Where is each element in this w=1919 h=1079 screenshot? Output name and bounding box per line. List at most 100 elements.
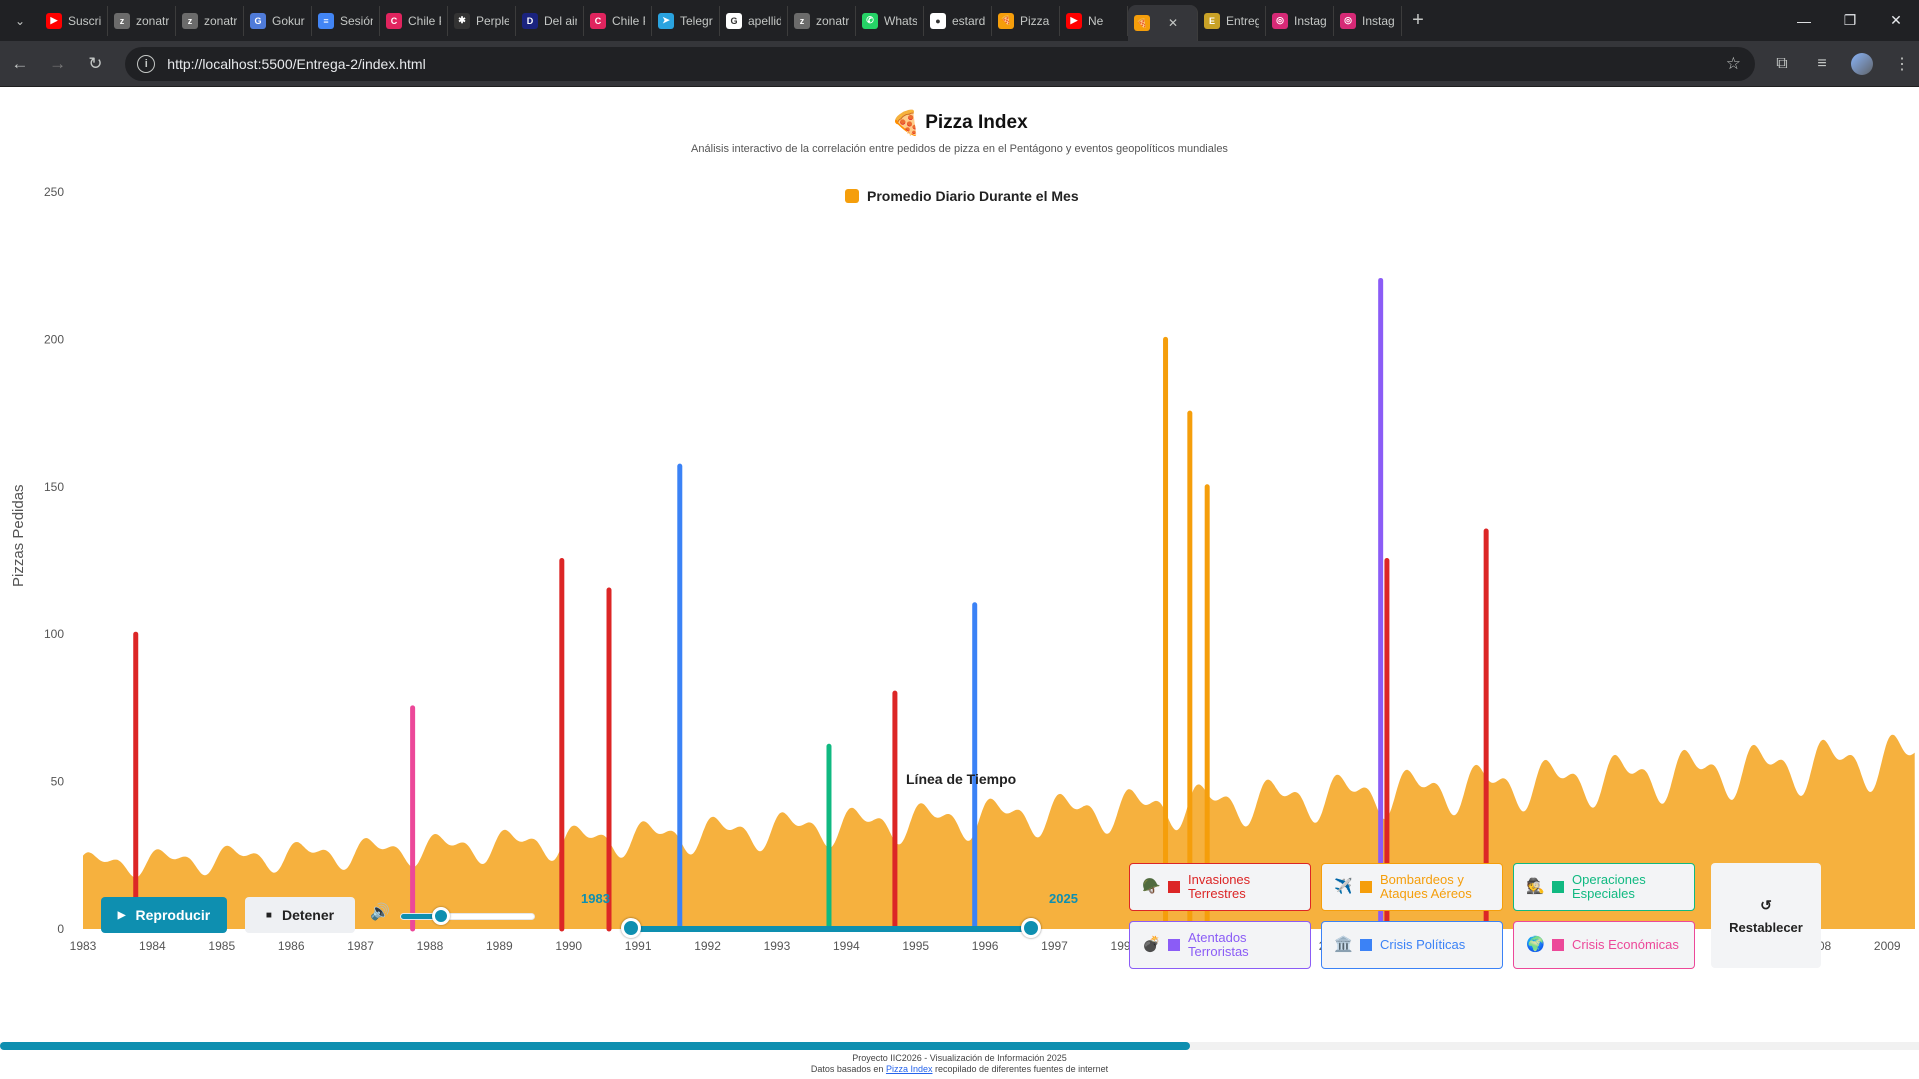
- tab-title: Telegr: [680, 13, 713, 28]
- filter-button[interactable]: 💣 Atentados Terroristas: [1129, 921, 1311, 969]
- volume-slider[interactable]: [401, 914, 534, 919]
- browser-tab[interactable]: D Del air: [516, 5, 584, 36]
- range-start-handle[interactable]: [621, 918, 641, 938]
- x-tick-label: 1995: [902, 939, 929, 953]
- timeline-range-track[interactable]: [631, 926, 1032, 932]
- site-info-icon[interactable]: i: [137, 54, 156, 73]
- browser-tab[interactable]: G Gokur: [244, 5, 312, 36]
- stop-button[interactable]: ■ Detener: [245, 897, 355, 933]
- filter-button[interactable]: ✈️ Bombardeos y Ataques Aéreos: [1321, 863, 1503, 911]
- filter-color-swatch: [1552, 881, 1564, 893]
- back-icon[interactable]: ←: [2, 46, 38, 82]
- x-tick-label: 1984: [139, 939, 166, 953]
- range-start-label: 1983: [581, 891, 610, 906]
- browser-tab[interactable]: C Chile P: [380, 5, 448, 36]
- range-end-label: 2025: [1049, 891, 1078, 906]
- tab-favicon-icon: z: [114, 12, 130, 29]
- filter-button[interactable]: 🕵️ Operaciones Especiales: [1513, 863, 1695, 911]
- filter-label: Operaciones Especiales: [1572, 872, 1646, 901]
- minimize-icon[interactable]: —: [1781, 0, 1827, 41]
- footer-link[interactable]: Pizza Index: [886, 1064, 933, 1074]
- tab-title: Ne: [1088, 13, 1104, 28]
- tab-favicon-icon: ▶: [1066, 12, 1082, 29]
- tab-strip: ▶SuscripzzonatrzzonatrGGokur≡SesiónCChil…: [40, 0, 1402, 41]
- filter-color-swatch: [1168, 881, 1180, 893]
- tab-title: Chile P: [408, 13, 441, 28]
- tab-title: Entreg: [1226, 13, 1259, 28]
- filter-category-icon: 🕵️: [1526, 878, 1545, 895]
- browser-tab[interactable]: 🍕 Pizza Ir: [992, 5, 1060, 36]
- filter-label: Atentados Terroristas: [1188, 930, 1249, 959]
- browser-tab[interactable]: ≡ Sesión: [312, 5, 380, 36]
- bookmark-star-icon[interactable]: ☆: [1726, 54, 1741, 74]
- tab-title: Chile P: [612, 13, 645, 28]
- tab-favicon-icon: C: [386, 12, 402, 29]
- x-tick-label: 1991: [625, 939, 652, 953]
- tab-favicon-icon: G: [726, 12, 742, 29]
- tab-search-icon[interactable]: ⌄: [0, 0, 40, 41]
- profile-avatar[interactable]: [1850, 52, 1873, 75]
- browser-tab[interactable]: ✆ Whats: [856, 5, 924, 36]
- tab-title: Gokur: [272, 13, 305, 28]
- x-tick-label: 1992: [694, 939, 721, 953]
- browser-tab[interactable]: ▶ Suscrip: [40, 5, 108, 36]
- browser-tab[interactable]: z zonatr: [788, 5, 856, 36]
- browser-tab[interactable]: ▶ Ne: [1060, 5, 1128, 36]
- browser-tab[interactable]: ◎ Instag: [1334, 5, 1402, 36]
- url-input[interactable]: i http://localhost:5500/Entrega-2/index.…: [125, 46, 1755, 81]
- tab-title: Instag: [1294, 13, 1327, 28]
- browser-tab[interactable]: C Chile P: [584, 5, 652, 36]
- page-content: 🍕 Pizza Index Análisis interactivo de la …: [0, 87, 1919, 1079]
- filter-category-icon: 🌍: [1526, 936, 1545, 953]
- filter-label: Crisis Económicas: [1572, 937, 1679, 952]
- x-tick-label: 1989: [486, 939, 513, 953]
- tab-title: zonatr: [136, 13, 169, 28]
- tab-favicon-icon: C: [590, 12, 606, 29]
- footer-line2: Datos basados en Pizza Index recopilado …: [0, 1064, 1919, 1075]
- x-tick-label: 1994: [833, 939, 860, 953]
- menu-icon[interactable]: ⋮: [1885, 47, 1919, 81]
- filter-button[interactable]: 🏛️ Crisis Políticas: [1321, 921, 1503, 969]
- browser-tab[interactable]: 🍕 ✕: [1128, 5, 1198, 41]
- forward-icon[interactable]: →: [40, 46, 76, 82]
- reset-button[interactable]: ↺ Restablecer: [1711, 863, 1821, 968]
- footer-suffix: recopilado de diferentes fuentes de inte…: [935, 1064, 1109, 1074]
- tab-favicon-icon: ✆: [862, 12, 878, 29]
- reset-label: Restablecer: [1729, 919, 1803, 935]
- reset-icon: ↺: [1760, 896, 1772, 913]
- filter-button[interactable]: 🌍 Crisis Económicas: [1513, 921, 1695, 969]
- tab-favicon-icon: z: [794, 12, 810, 29]
- browser-tab[interactable]: ◎ Instag: [1266, 5, 1334, 36]
- browser-tab[interactable]: ● estard: [924, 5, 992, 36]
- volume-icon[interactable]: 🔊: [370, 902, 390, 922]
- y-tick-label: 100: [44, 627, 64, 641]
- footer-prefix: Datos basados en: [810, 1064, 884, 1074]
- browser-tab[interactable]: ➤ Telegr: [652, 5, 720, 36]
- new-tab-button[interactable]: +: [1402, 9, 1434, 32]
- reload-icon[interactable]: ↻: [78, 46, 114, 82]
- extensions-icon[interactable]: ⧉: [1765, 47, 1799, 81]
- browser-tab[interactable]: Gapellid: [720, 5, 788, 36]
- volume-knob[interactable]: [431, 907, 450, 925]
- tab-title: Perple: [476, 13, 509, 28]
- restore-icon[interactable]: ❐: [1827, 0, 1873, 41]
- filter-color-swatch: [1552, 939, 1564, 951]
- tab-title: Whats: [884, 13, 917, 28]
- close-window-icon[interactable]: ✕: [1873, 0, 1919, 41]
- media-control-icon[interactable]: ≡: [1805, 47, 1839, 81]
- stop-icon: ■: [265, 909, 272, 921]
- x-tick-label: 1996: [972, 939, 999, 953]
- filter-label: Invasiones Terrestres: [1188, 872, 1251, 901]
- address-bar-row: ← → ↻ i http://localhost:5500/Entrega-2/…: [0, 41, 1919, 87]
- tab-close-icon[interactable]: ✕: [1168, 16, 1178, 30]
- range-end-handle[interactable]: [1021, 918, 1041, 938]
- browser-tab[interactable]: z zonatr: [108, 5, 176, 36]
- y-tick-label: 150: [44, 480, 64, 494]
- play-button[interactable]: ▶ Reproducir: [101, 897, 227, 933]
- browser-tab[interactable]: E Entreg: [1198, 5, 1266, 36]
- x-tick-label: 2009: [1874, 939, 1901, 953]
- browser-tab[interactable]: z zonatr: [176, 5, 244, 36]
- filter-button[interactable]: 🪖 Invasiones Terrestres: [1129, 863, 1311, 911]
- browser-tab[interactable]: ✱ Perple: [448, 5, 516, 36]
- y-tick-label: 200: [44, 332, 64, 346]
